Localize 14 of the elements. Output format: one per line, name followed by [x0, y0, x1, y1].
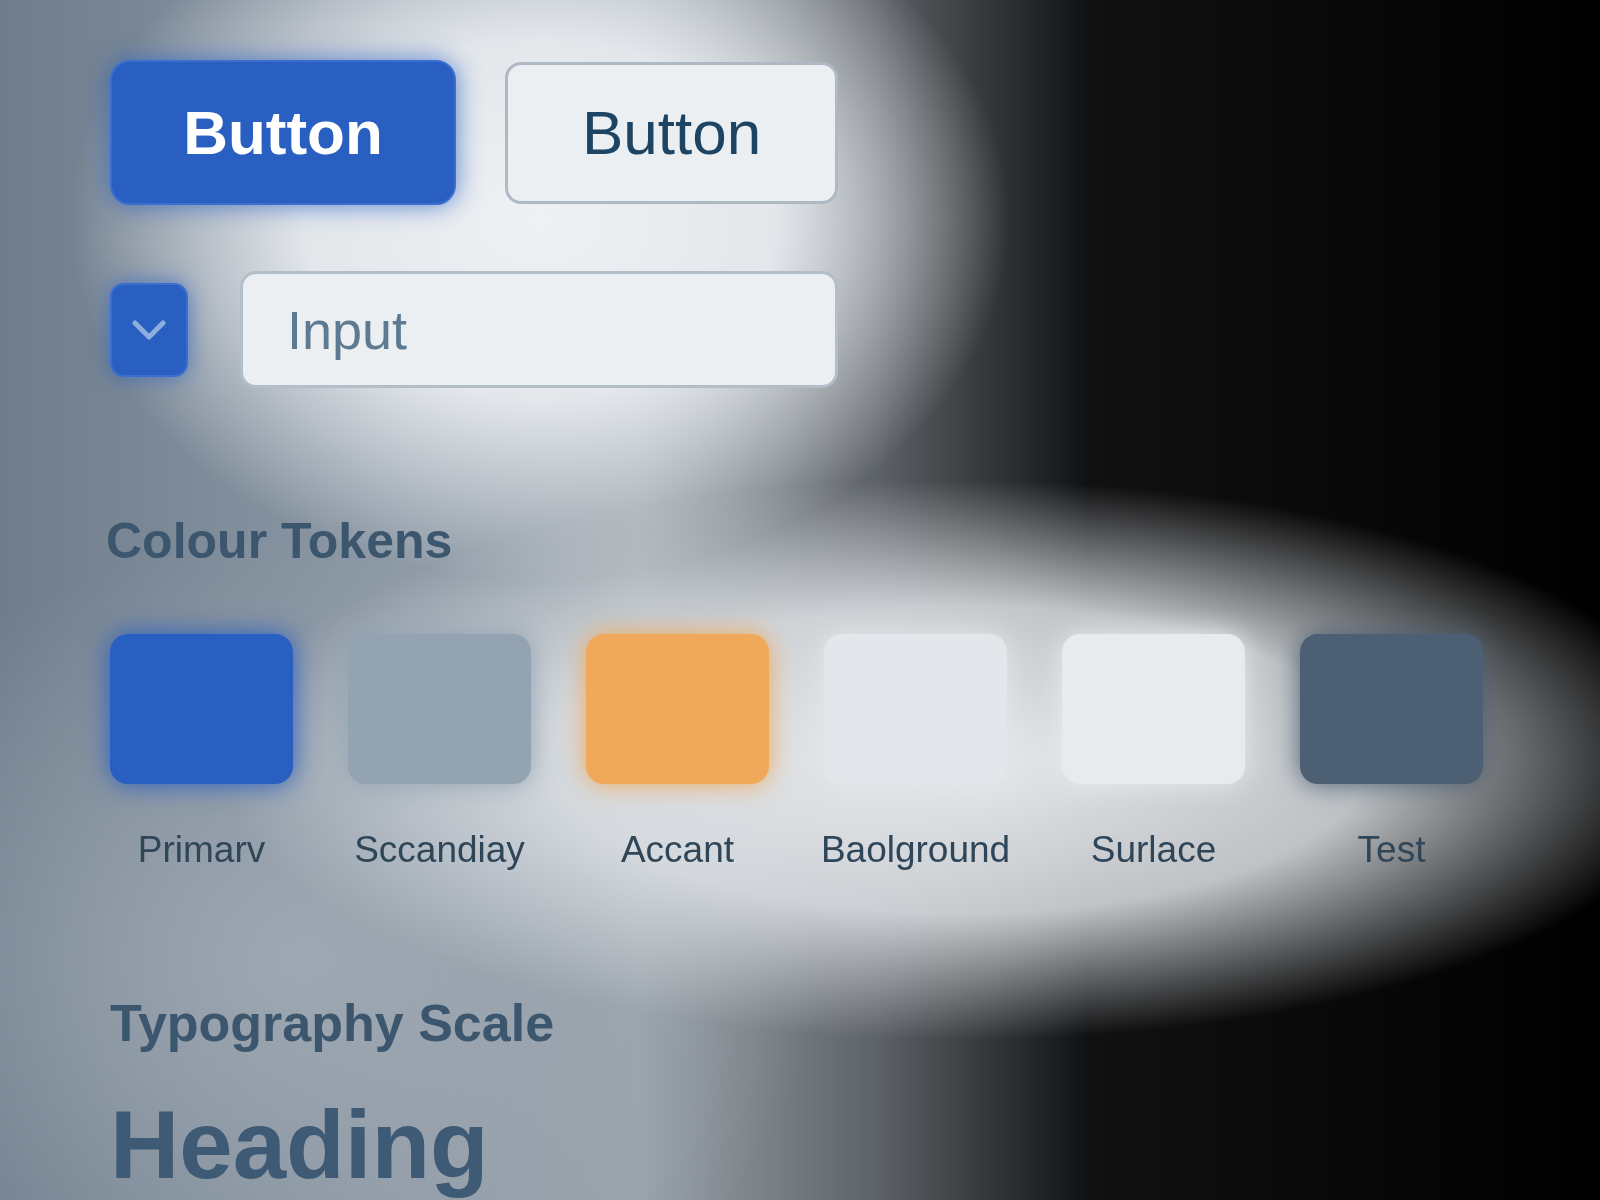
swatch-label: Test	[1357, 828, 1426, 872]
secondary-button[interactable]: Button	[505, 61, 838, 204]
section-title: Typography Scale	[110, 993, 555, 1055]
primary-button[interactable]: Button	[110, 60, 456, 205]
swatch-label: Sccandiay	[354, 828, 525, 872]
section-title: Colour Tokens	[106, 512, 453, 571]
swatch-label: Baolground	[820, 828, 1011, 872]
checkmark-icon	[132, 318, 166, 341]
swatch-label: Accant	[620, 828, 735, 872]
swatch-label: Surlace	[1090, 828, 1217, 872]
swatch-label: Primarv	[137, 828, 266, 872]
input-field[interactable]: Input	[240, 271, 838, 388]
heading-sample: Heading	[110, 1094, 489, 1196]
checkbox[interactable]	[110, 282, 188, 377]
